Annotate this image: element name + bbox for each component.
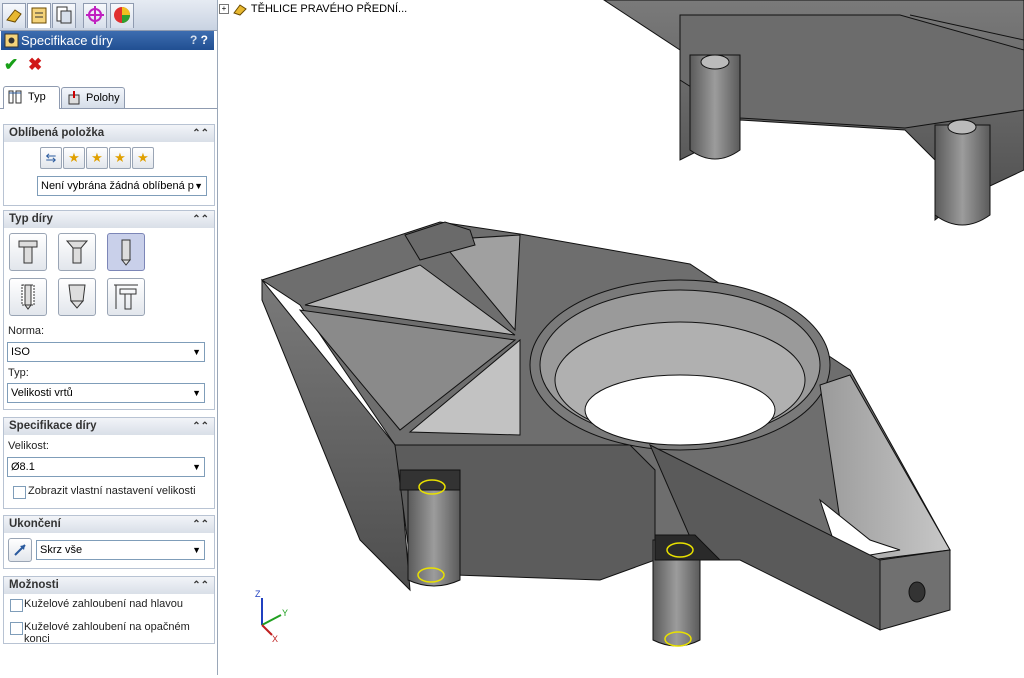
chevron-down-icon: ▼ (194, 181, 203, 191)
delete-favorite-button[interactable]: ★ (86, 147, 108, 169)
collapse-icon[interactable]: ⌃⌃ (192, 577, 209, 594)
hole-icon (120, 239, 132, 266)
collapse-icon[interactable]: ⌃⌃ (192, 125, 209, 142)
hole-type-icon (8, 90, 22, 104)
pipe-tap-icon (68, 284, 86, 309)
add-favorite-button[interactable]: ★ (63, 147, 85, 169)
size-select[interactable]: Ø8.1 ▼ (7, 457, 205, 477)
simple-hole-button[interactable] (107, 233, 145, 271)
hole-wizard-icon (4, 33, 19, 48)
chevron-down-icon: ▼ (192, 347, 201, 357)
property-manager-icon (31, 7, 47, 24)
star-add-icon: ★ (68, 150, 80, 165)
counterbore-button[interactable] (9, 233, 47, 271)
hole-type-header[interactable]: Typ díry ⌃⌃ (4, 211, 214, 228)
reverse-direction-button[interactable] (8, 538, 32, 562)
triad-z-label: Z (255, 589, 261, 599)
favorite-select[interactable]: Není vybrána žádná oblíbená p ▼ (37, 176, 207, 196)
feature-manager-tab[interactable] (2, 3, 26, 28)
size-label: Velikost: (8, 440, 49, 452)
part-name[interactable]: TĚHLICE PRAVÉHO PŘEDNÍ... (251, 3, 407, 15)
custom-size-label: Zobrazit vlastní nastavení velikosti (28, 485, 196, 497)
configuration-manager-tab[interactable] (52, 3, 76, 28)
dimxpert-icon (86, 6, 104, 24)
favorites-header[interactable]: Oblíbená položka ⌃⌃ (4, 125, 214, 142)
flyout-feature-tree: + TĚHLICE PRAVÉHO PŘEDNÍ... (219, 2, 407, 16)
display-manager-icon (114, 7, 130, 23)
chevron-down-icon: ▼ (192, 462, 201, 472)
tab-typ-label: Typ (28, 91, 46, 103)
countersink-icon (65, 240, 89, 264)
hole-spec-header[interactable]: Specifikace díry ⌃⌃ (4, 418, 214, 435)
star-save-icon: ★ (114, 150, 126, 165)
expand-icon[interactable]: + (219, 4, 229, 14)
display-manager-tab[interactable] (110, 3, 134, 28)
ok-button[interactable]: ✔ (4, 55, 18, 75)
pipe-tap-button[interactable] (58, 278, 96, 316)
tab-typ[interactable]: Typ (3, 86, 60, 109)
page-title: Specifikace díry (21, 33, 113, 48)
tapped-hole-icon (21, 284, 35, 310)
type-label: Typ: (8, 367, 29, 379)
norm-select[interactable]: ISO ▼ (7, 342, 205, 362)
star-delete-icon: ★ (91, 150, 103, 165)
options-header[interactable]: Možnosti ⌃⌃ (4, 577, 214, 594)
legacy-hole-button[interactable] (107, 278, 145, 316)
property-manager-tab[interactable] (27, 3, 51, 28)
property-manager-panel: Specifikace díry ? ? ✔ ✖ Typ Polohy Oblí… (0, 0, 218, 675)
reverse-direction-icon (14, 544, 26, 556)
triad-x-label: X (272, 634, 278, 644)
custom-size-checkbox[interactable] (13, 486, 26, 499)
tapped-hole-button[interactable] (9, 278, 47, 316)
save-favorite-button[interactable]: ★ (109, 147, 131, 169)
property-manager-title-bar: Specifikace díry ? ? (1, 31, 214, 50)
part-top-right[interactable] (603, 0, 1024, 226)
chevron-down-icon: ▼ (192, 545, 201, 555)
far-side-countersink-label: Kuželové zahloubení na opačném konci (24, 621, 190, 645)
graphics-area[interactable]: Z Y X (218, 0, 1024, 675)
load-favorite-button[interactable]: ★ (132, 147, 154, 169)
model-view[interactable]: Z Y X (218, 0, 1024, 675)
norm-label: Norma: (8, 325, 45, 337)
star-load-icon: ★ (137, 150, 149, 165)
part-main[interactable] (260, 221, 951, 647)
tab-polohy[interactable]: Polohy (61, 87, 125, 108)
end-condition-header[interactable]: Ukončení ⌃⌃ (4, 516, 214, 533)
far-side-countersink-checkbox[interactable] (10, 622, 23, 635)
configuration-manager-icon (56, 6, 72, 24)
chevron-down-icon: ▼ (192, 388, 201, 398)
triad-y-label: Y (282, 608, 288, 618)
near-side-countersink-checkbox[interactable] (10, 599, 23, 612)
collapse-icon[interactable]: ⌃⌃ (192, 211, 209, 228)
type-select[interactable]: Velikosti vrtů ▼ (7, 383, 205, 403)
end-condition-select[interactable]: Skrz vše ▼ (36, 540, 205, 560)
dimxpert-tab[interactable] (83, 3, 107, 28)
tab-polohy-label: Polohy (86, 92, 120, 104)
cancel-button[interactable]: ✖ (28, 55, 42, 75)
part-icon (233, 4, 247, 16)
manager-tabs (0, 0, 217, 31)
defaults-icon: ⇆ (45, 150, 57, 165)
collapse-icon[interactable]: ⌃⌃ (192, 516, 209, 533)
coordinate-triad: Z Y X (255, 589, 288, 644)
feature-manager-icon (6, 9, 22, 23)
positions-icon (68, 91, 80, 105)
legacy-hole-icon (114, 284, 138, 310)
counterbore-icon (18, 240, 38, 264)
near-side-countersink-label: Kuželové zahloubení nad hlavou (24, 598, 184, 610)
apply-defaults-button[interactable]: ⇆ (40, 147, 62, 169)
collapse-icon[interactable]: ⌃⌃ (192, 418, 209, 435)
help-button[interactable]: ? ? (190, 31, 208, 50)
tab-strip: Typ Polohy (0, 86, 217, 109)
countersink-button[interactable] (58, 233, 96, 271)
